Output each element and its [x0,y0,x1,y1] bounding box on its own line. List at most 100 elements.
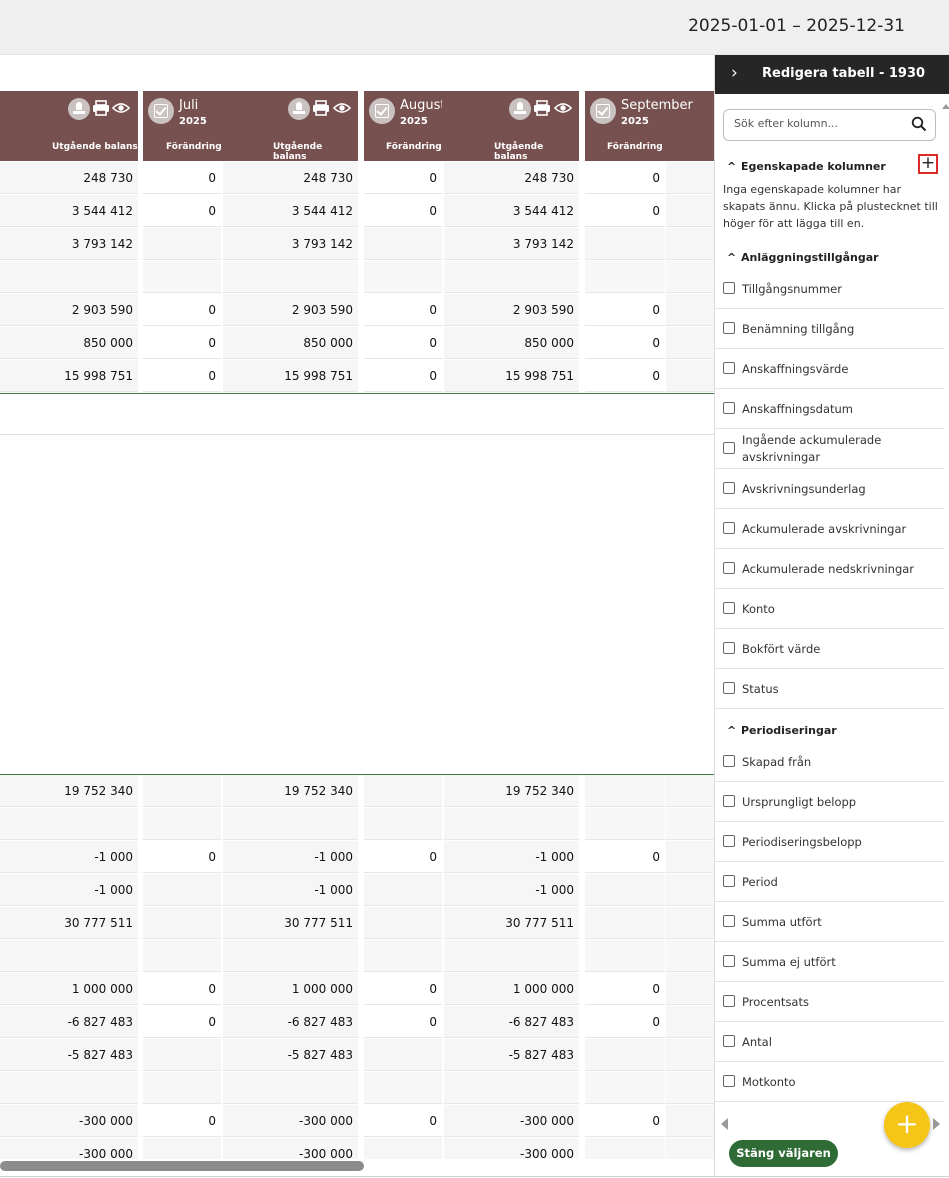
column-checkbox[interactable] [723,562,735,574]
change-cell[interactable] [143,1072,221,1104]
closing-balance-cell[interactable]: 19 752 340 [223,775,358,807]
closing-balance-cell[interactable]: 15 998 751 [0,360,138,392]
closing-balance-cell[interactable]: 850 000 [444,327,579,359]
change-cell[interactable] [364,907,442,939]
cell[interactable] [666,1039,714,1071]
scroll-left-icon[interactable] [721,1118,728,1130]
change-cell[interactable]: 0 [143,360,221,392]
closing-balance-cell[interactable]: 19 752 340 [0,775,138,807]
closing-balance-cell[interactable]: 3 793 142 [0,228,138,260]
change-cell[interactable] [585,261,665,293]
cell[interactable] [666,808,714,840]
column-checkbox[interactable] [723,442,735,454]
change-cell[interactable] [364,1039,442,1071]
cell[interactable] [666,1138,714,1159]
closing-balance-cell[interactable]: -300 000 [0,1138,138,1159]
change-cell[interactable]: 0 [585,162,665,194]
scroll-up-icon[interactable] [942,104,949,109]
column-checkbox[interactable] [723,402,735,414]
closing-balance-cell[interactable]: 1 000 000 [444,973,579,1005]
change-cell[interactable]: 0 [364,195,442,227]
closing-balance-cell[interactable]: 30 777 511 [0,907,138,939]
column-option[interactable]: Period [715,862,944,902]
change-cell[interactable] [585,1039,665,1071]
closing-balance-cell[interactable]: 2 903 590 [223,294,358,326]
scroll-right-icon[interactable] [933,1118,940,1130]
closing-balance-cell[interactable] [223,808,358,840]
column-option[interactable]: Avskrivningsunderlag [715,469,944,509]
closing-balance-cell[interactable]: -1 000 [444,874,579,906]
column-checkbox[interactable] [723,282,735,294]
column-checkbox[interactable] [723,362,735,374]
closing-balance-cell[interactable]: 2 903 590 [0,294,138,326]
cell[interactable] [666,195,714,227]
change-cell[interactable]: 0 [364,327,442,359]
column-checkbox[interactable] [723,795,735,807]
stamp-icon[interactable] [509,98,531,120]
stamp-icon[interactable] [288,98,310,120]
cell[interactable] [666,874,714,906]
checkbox-circle-icon[interactable] [148,98,174,124]
closing-balance-cell[interactable]: -1 000 [0,841,138,873]
change-cell[interactable]: 0 [143,973,221,1005]
change-cell[interactable] [585,940,665,972]
cell[interactable] [666,775,714,807]
column-checkbox[interactable] [723,995,735,1007]
closing-balance-cell[interactable]: -6 827 483 [0,1006,138,1038]
cell[interactable] [666,841,714,873]
cell[interactable] [666,973,714,1005]
horizontal-scrollbar[interactable] [0,1161,364,1171]
column-checkbox[interactable] [723,915,735,927]
change-cell[interactable] [143,1138,221,1159]
closing-balance-cell[interactable]: -300 000 [0,1105,138,1137]
change-cell[interactable]: 0 [143,1105,221,1137]
closing-balance-cell[interactable] [444,940,579,972]
change-cell[interactable]: 0 [585,327,665,359]
change-cell[interactable]: 0 [364,973,442,1005]
column-checkbox[interactable] [723,755,735,767]
closing-balance-cell[interactable]: -1 000 [223,841,358,873]
change-cell[interactable] [364,940,442,972]
add-fab-button[interactable]: + [884,1102,930,1148]
column-option[interactable]: Anskaffningsvärde [715,349,944,389]
close-picker-button[interactable]: Stäng väljaren [729,1140,838,1167]
column-checkbox[interactable] [723,602,735,614]
closing-balance-cell[interactable]: -300 000 [223,1138,358,1159]
search-icon[interactable] [911,116,927,132]
closing-balance-cell[interactable]: 1 000 000 [0,973,138,1005]
cell[interactable] [666,228,714,260]
column-option[interactable]: Status [715,669,944,709]
closing-balance-cell[interactable] [0,261,138,293]
cell[interactable] [666,162,714,194]
closing-balance-cell[interactable] [223,261,358,293]
column-checkbox[interactable] [723,642,735,654]
change-cell[interactable]: 0 [143,294,221,326]
change-cell[interactable] [364,1072,442,1104]
closing-balance-cell[interactable]: 1 000 000 [223,973,358,1005]
closing-balance-cell[interactable]: 3 544 412 [444,195,579,227]
column-option[interactable]: Benämning tillgång [715,309,944,349]
checkbox-circle-icon[interactable] [590,98,616,124]
closing-balance-cell[interactable] [444,261,579,293]
column-checkbox[interactable] [723,875,735,887]
closing-balance-cell[interactable]: 30 777 511 [223,907,358,939]
change-cell[interactable]: 0 [143,162,221,194]
date-range[interactable]: 2025-01-01 – 2025-12-31 [688,16,905,36]
change-cell[interactable] [143,228,221,260]
change-cell[interactable] [143,907,221,939]
change-cell[interactable] [364,1138,442,1159]
change-cell[interactable]: 0 [585,195,665,227]
column-option[interactable]: Motkonto [715,1062,944,1102]
change-cell[interactable] [585,1072,665,1104]
closing-balance-cell[interactable]: 248 730 [223,162,358,194]
column-checkbox[interactable] [723,1075,735,1087]
column-search[interactable] [723,109,936,141]
column-checkbox[interactable] [723,955,735,967]
column-checkbox[interactable] [723,1035,735,1047]
change-cell[interactable] [585,907,665,939]
column-checkbox[interactable] [723,835,735,847]
eye-icon[interactable] [112,100,130,116]
change-cell[interactable]: 0 [585,1105,665,1137]
closing-balance-cell[interactable]: 3 793 142 [223,228,358,260]
cell[interactable] [666,1105,714,1137]
